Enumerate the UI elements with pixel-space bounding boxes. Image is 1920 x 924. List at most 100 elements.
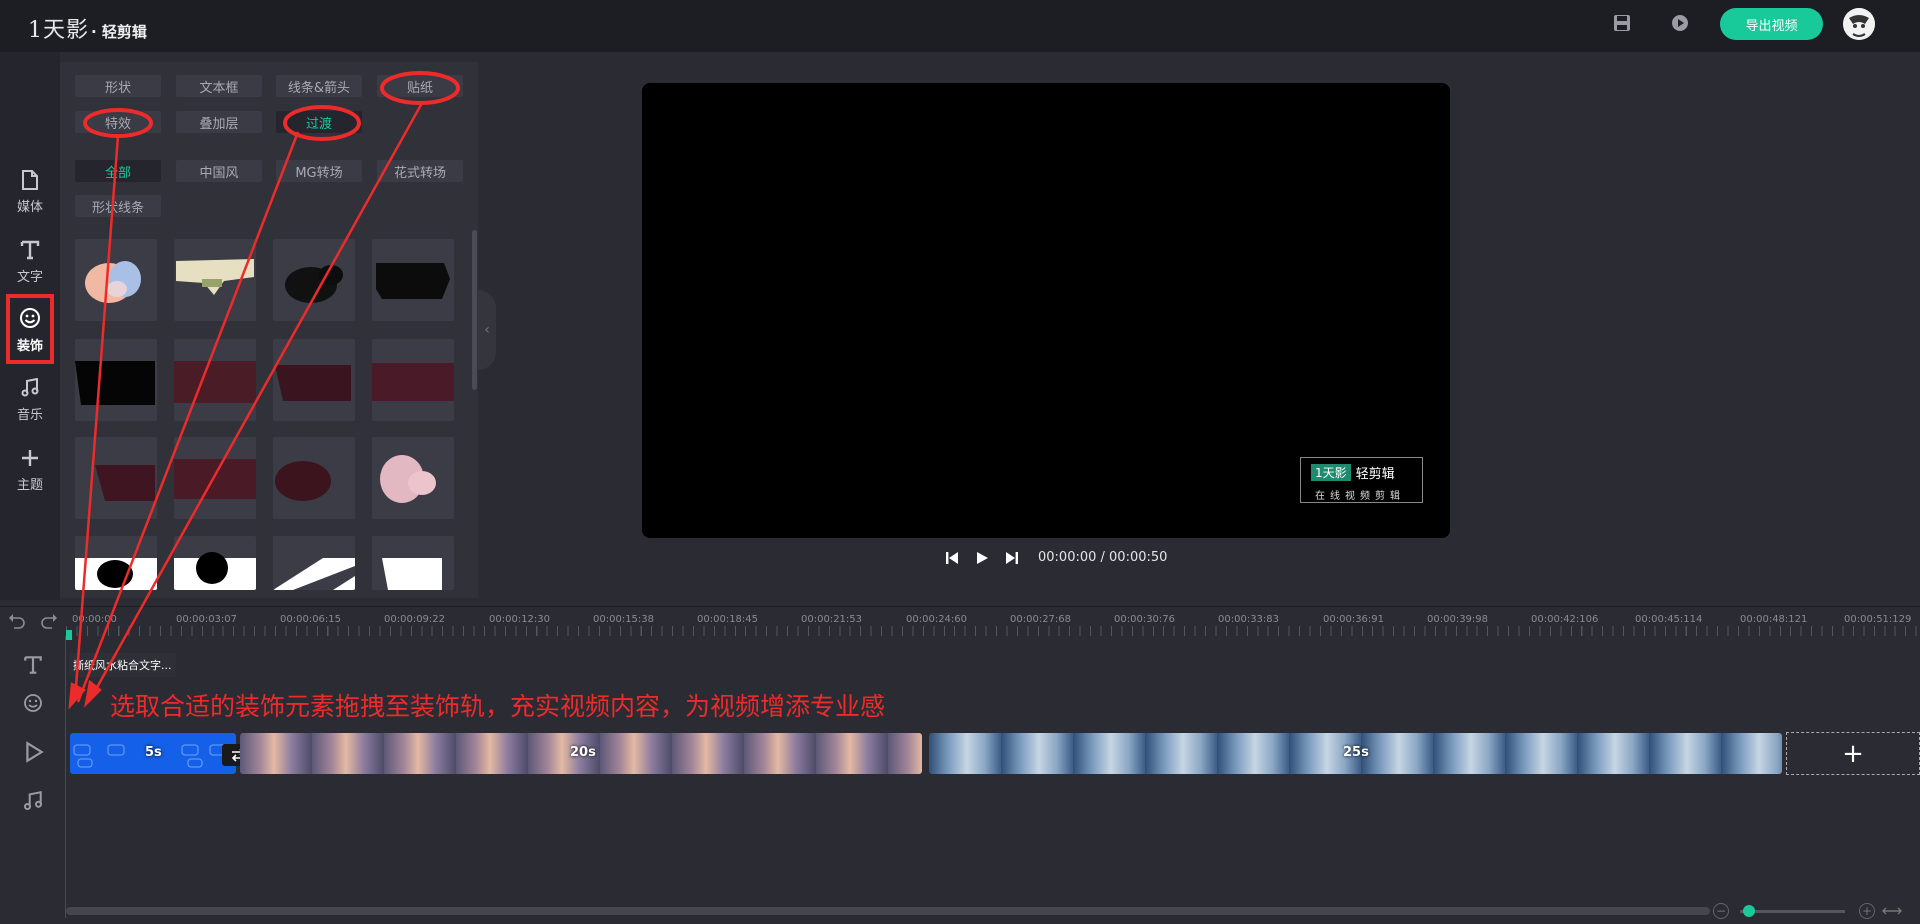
zoom-slider-handle[interactable] (1743, 905, 1755, 917)
ruler-label: 00:00:00 (72, 614, 117, 625)
ruler-label: 00:00:03:07 (176, 614, 238, 625)
ruler-label: 00:00:30:76 (1114, 614, 1176, 625)
ruler-label: 00:00:12:30 (489, 614, 551, 625)
clip-duration: 5s (145, 745, 162, 760)
nav-item-text[interactable]: 文字 (0, 228, 60, 296)
nav-label-theme: 主题 (16, 477, 43, 493)
watermark: 1天影 轻剪辑 在线视频剪辑 (1300, 457, 1423, 503)
transition-thumb[interactable] (372, 437, 454, 519)
skip-forward-icon (1006, 552, 1018, 564)
ruler-label: 00:00:51:129 (1844, 614, 1912, 625)
filter-mg-transition[interactable]: MG转场 (276, 160, 362, 182)
logo-subtitle: · 轻剪辑 (91, 23, 147, 41)
ruler-label: 00:00:09:22 (384, 614, 446, 625)
clip-duration: 25s (1343, 745, 1369, 760)
transition-thumb[interactable] (174, 536, 256, 590)
zoom-in-button[interactable]: + (1859, 903, 1875, 919)
transition-thumb[interactable] (372, 536, 454, 590)
transition-thumb[interactable] (75, 339, 157, 421)
save-icon[interactable] (1612, 13, 1632, 33)
plus-icon (22, 449, 38, 466)
timeline-scrollbar[interactable] (66, 907, 1710, 915)
ruler-label: 00:00:21:53 (801, 614, 863, 625)
video-clip[interactable]: 25s (929, 733, 1782, 774)
tab-textbox[interactable]: 文本框 (176, 75, 262, 97)
highlight-box-decoration (6, 294, 54, 364)
music-icon (21, 377, 39, 396)
nav-label-text: 文字 (16, 269, 43, 285)
video-preview: 1天影 轻剪辑 在线视频剪辑 (642, 83, 1450, 538)
nav-item-music[interactable]: 音乐 (0, 366, 60, 434)
fit-timeline-icon[interactable] (1882, 906, 1902, 916)
top-bar: 1天影 · 轻剪辑 导出视频 (0, 0, 1920, 52)
tutorial-annotation: 选取合适的装饰元素拖拽至装饰轨，充实视频内容，为视频增添专业感 (110, 692, 886, 721)
nav-label-music: 音乐 (16, 407, 43, 423)
nav-label-media: 媒体 (16, 199, 43, 215)
transition-thumb[interactable] (372, 239, 454, 321)
tab-overlay[interactable]: 叠加层 (176, 111, 262, 133)
filter-all[interactable]: 全部 (75, 160, 161, 182)
preview-play-icon[interactable] (1670, 13, 1690, 33)
transition-thumb[interactable] (174, 239, 256, 321)
text-track-icon (24, 656, 42, 674)
music-track-icon (23, 790, 43, 811)
decoration-panel: 形状 文本框 线条&箭头 贴纸 特效 叠加层 过渡 全部 中国风 MG转场 花式… (60, 62, 478, 598)
nav-item-media[interactable]: 媒体 (0, 158, 60, 226)
transition-thumb[interactable] (273, 536, 355, 590)
ruler-label: 00:00:39:98 (1427, 614, 1489, 625)
decoration-clip[interactable]: 撕纸风水粘合文字... (69, 653, 176, 677)
video-clip[interactable]: 5s (70, 733, 236, 774)
watermark-brand: 1天影 (1311, 464, 1351, 481)
tab-effects[interactable]: 特效 (75, 111, 161, 133)
track-divider (65, 636, 66, 918)
video-clip[interactable]: 20s (240, 733, 922, 774)
text-icon (20, 240, 40, 259)
watermark-name: 轻剪辑 (1355, 467, 1395, 482)
tab-transition[interactable]: 过渡 (276, 111, 362, 133)
skip-back-icon (946, 552, 958, 564)
transition-thumb[interactable] (75, 536, 157, 590)
zoom-out-button[interactable]: − (1713, 903, 1729, 919)
ruler-label: 00:00:45:114 (1635, 614, 1703, 625)
filter-shape-lines[interactable]: 形状线条 (75, 195, 161, 217)
ruler-label: 00:00:33:83 (1218, 614, 1280, 625)
nav-item-theme[interactable]: 主题 (0, 436, 60, 504)
ruler-label: 00:00:27:68 (1010, 614, 1072, 625)
export-video-button[interactable]: 导出视频 (1720, 8, 1823, 40)
tab-lines-arrows[interactable]: 线条&箭头 (276, 75, 362, 97)
zoom-slider[interactable] (1740, 910, 1845, 913)
ruler-label: 00:00:06:15 (280, 614, 342, 625)
filter-fancy-transition[interactable]: 花式转场 (377, 160, 463, 182)
ruler-label: 00:00:48:121 (1740, 614, 1808, 625)
user-avatar[interactable] (1843, 8, 1875, 40)
add-clip-button[interactable]: + (1786, 732, 1920, 775)
collapse-panel-handle[interactable]: ‹ (478, 290, 496, 370)
video-track-icon (26, 741, 44, 763)
chevron-left-icon: ‹ (484, 322, 490, 338)
file-icon (22, 169, 38, 190)
logo-brand: 1天影 (28, 18, 89, 43)
skip-back-button[interactable] (942, 548, 962, 568)
transition-thumb[interactable] (273, 339, 355, 421)
transition-thumb[interactable] (372, 339, 454, 421)
transition-thumb[interactable] (273, 437, 355, 519)
transition-thumb[interactable] (75, 239, 157, 321)
tab-stickers[interactable]: 贴纸 (377, 75, 463, 97)
transition-thumb[interactable] (75, 437, 157, 519)
app-logo: 1天影 · 轻剪辑 (28, 12, 147, 44)
clip-duration: 20s (570, 745, 596, 760)
timecode: 00:00:00 / 00:00:50 (1038, 550, 1168, 565)
skip-forward-button[interactable] (1002, 548, 1022, 568)
panel-scrollbar[interactable] (472, 230, 477, 390)
transition-thumb[interactable] (174, 339, 256, 421)
undo-icon[interactable] (8, 614, 26, 630)
transition-thumb[interactable] (273, 239, 355, 321)
transition-thumb[interactable] (174, 437, 256, 519)
ruler-label: 00:00:36:91 (1323, 614, 1385, 625)
redo-icon[interactable] (40, 614, 58, 630)
filter-chinese-style[interactable]: 中国风 (176, 160, 262, 182)
playhead[interactable] (66, 630, 72, 640)
play-button[interactable] (972, 548, 992, 568)
tab-shape[interactable]: 形状 (75, 75, 161, 97)
ruler-ticks (66, 626, 1920, 636)
